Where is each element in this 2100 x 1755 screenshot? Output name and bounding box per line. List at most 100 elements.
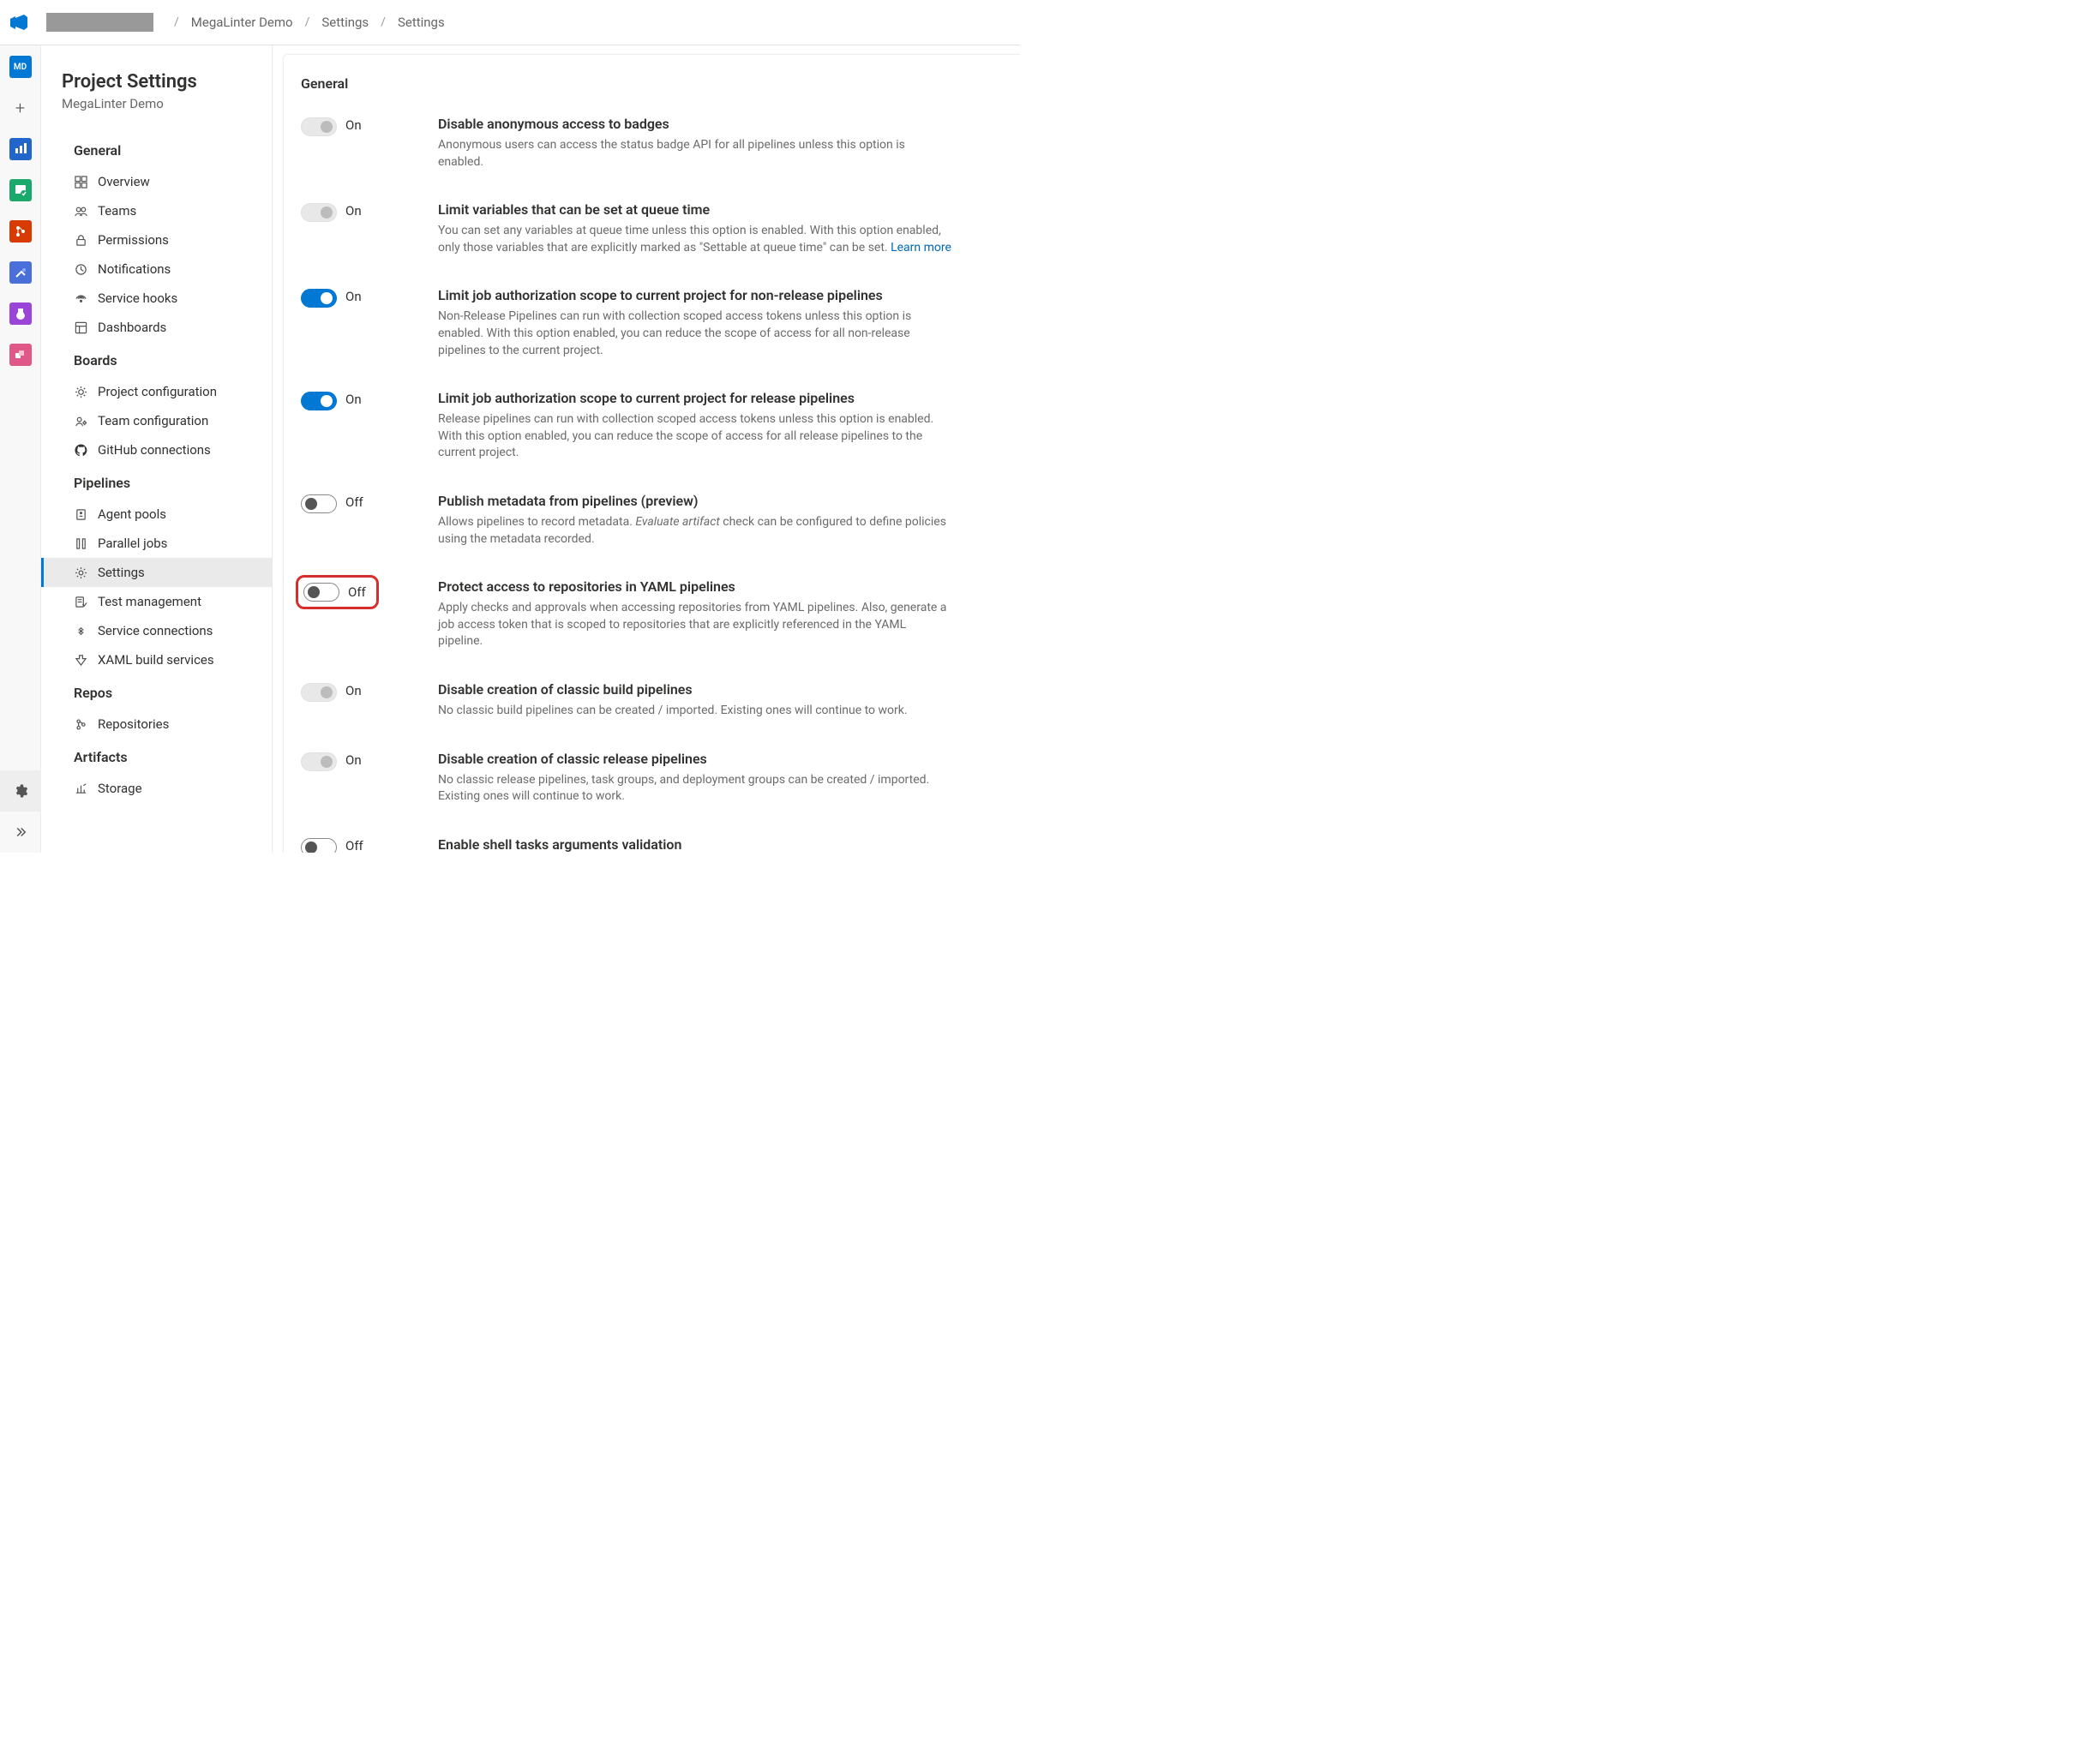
parallel-jobs-icon bbox=[74, 536, 87, 550]
sidebar-section-heading: Pipelines bbox=[41, 464, 272, 500]
sidebar-item-label: Service connections bbox=[98, 623, 213, 638]
service-hooks-icon bbox=[74, 291, 87, 305]
rail-expand-icon[interactable] bbox=[0, 812, 41, 853]
setting-description: No classic release pipelines, task group… bbox=[438, 772, 952, 806]
toggle-state-label: On bbox=[345, 289, 362, 304]
setting-row: Off Enable shell tasks arguments validati… bbox=[301, 836, 994, 853]
rail-project-icon[interactable] bbox=[9, 138, 32, 160]
sidebar-item-label: Repositories bbox=[98, 716, 169, 732]
sidebar-item-label: Team configuration bbox=[98, 413, 208, 428]
sidebar-title: Project Settings bbox=[41, 71, 272, 96]
setting-description: Allows pipelines to record metadata. Eva… bbox=[438, 514, 952, 548]
toggle[interactable] bbox=[303, 583, 339, 602]
agent-pools-icon bbox=[74, 507, 87, 521]
toggle[interactable] bbox=[301, 494, 337, 513]
sidebar-item-permissions[interactable]: Permissions bbox=[41, 225, 272, 255]
breadcrumb-page[interactable]: Settings bbox=[398, 15, 445, 30]
sidebar-section-heading: Repos bbox=[41, 674, 272, 710]
setting-title: Disable anonymous access to badges bbox=[438, 116, 994, 132]
sidebar-item-team-configuration[interactable]: Team configuration bbox=[41, 406, 272, 435]
rail-project-tile[interactable]: MD bbox=[9, 56, 32, 78]
setting-title: Limit job authorization scope to current… bbox=[438, 390, 994, 406]
toggle-state-label: On bbox=[345, 117, 362, 133]
toggle-state-label: On bbox=[345, 392, 362, 407]
main-content[interactable]: General On Disable anonymous access to ba… bbox=[283, 54, 1020, 853]
setting-row: OnLimit variables that can be set at que… bbox=[301, 201, 994, 256]
breadcrumb-project[interactable]: MegaLinter Demo bbox=[191, 15, 293, 30]
sidebar-item-service-hooks[interactable]: Service hooks bbox=[41, 284, 272, 313]
setting-row: On Disable creation of classic release pi… bbox=[301, 751, 994, 806]
project-settings-sidebar: Project Settings MegaLinter Demo General… bbox=[41, 45, 273, 853]
sidebar-item-repositories[interactable]: Repositories bbox=[41, 710, 272, 739]
setting-description: Anonymous users can access the status ba… bbox=[438, 137, 952, 171]
sidebar-item-label: Test management bbox=[98, 594, 201, 609]
azure-devops-logo-icon[interactable] bbox=[9, 12, 29, 33]
setting-title: Enable shell tasks arguments validation bbox=[438, 836, 994, 853]
overview-icon bbox=[74, 175, 87, 189]
setting-title: Publish metadata from pipelines (preview… bbox=[438, 493, 994, 509]
settings-group-heading: General bbox=[301, 75, 994, 92]
toggle[interactable] bbox=[301, 117, 337, 136]
sidebar-item-label: Notifications bbox=[98, 261, 171, 277]
org-name-redacted[interactable] bbox=[46, 13, 153, 32]
xaml-build-services-icon bbox=[74, 653, 87, 667]
sidebar-item-label: XAML build services bbox=[98, 652, 214, 668]
toggle[interactable] bbox=[301, 203, 337, 222]
sidebar-item-dashboards[interactable]: Dashboards bbox=[41, 313, 272, 342]
top-bar: / MegaLinter Demo / Settings / Settings bbox=[0, 0, 1020, 45]
setting-title: Disable creation of classic release pipe… bbox=[438, 751, 994, 767]
setting-description: You can set any variables at queue time … bbox=[438, 223, 952, 256]
sidebar-item-parallel-jobs[interactable]: Parallel jobs bbox=[41, 529, 272, 558]
setting-row: OffProtect access to repositories in YAM… bbox=[301, 578, 994, 650]
setting-title: Limit job authorization scope to current… bbox=[438, 287, 994, 303]
sidebar-item-settings[interactable]: Settings bbox=[41, 558, 272, 587]
toggle[interactable] bbox=[301, 752, 337, 771]
rail-add-icon[interactable]: + bbox=[9, 97, 32, 119]
sidebar-section-heading: General bbox=[41, 132, 272, 167]
setting-description: Apply checks and approvals when accessin… bbox=[438, 600, 952, 650]
sidebar-item-test-management[interactable]: Test management bbox=[41, 587, 272, 616]
breadcrumb-separator: / bbox=[305, 15, 310, 29]
sidebar-scroll[interactable]: Project Settings MegaLinter Demo General… bbox=[41, 45, 272, 853]
setting-title: Limit variables that can be set at queue… bbox=[438, 201, 994, 218]
highlight-callout: Off bbox=[296, 575, 379, 609]
sidebar-item-project-configuration[interactable]: Project configuration bbox=[41, 377, 272, 406]
toggle[interactable] bbox=[301, 838, 337, 853]
toggle[interactable] bbox=[301, 289, 337, 308]
settings-icon bbox=[74, 566, 87, 579]
setting-description: Release pipelines can run with collectio… bbox=[438, 411, 952, 462]
sidebar-item-overview[interactable]: Overview bbox=[41, 167, 272, 196]
toggle-state-label: On bbox=[345, 752, 362, 768]
sidebar-item-label: Parallel jobs bbox=[98, 536, 167, 551]
sidebar-item-label: Settings bbox=[98, 565, 145, 580]
sidebar-item-xaml-build-services[interactable]: XAML build services bbox=[41, 645, 272, 674]
sidebar-item-storage[interactable]: Storage bbox=[41, 774, 272, 803]
rail-project-icon[interactable] bbox=[9, 261, 32, 284]
sidebar-item-label: Storage bbox=[98, 781, 142, 796]
rail-settings-icon[interactable] bbox=[0, 770, 41, 812]
setting-title: Disable creation of classic build pipeli… bbox=[438, 681, 994, 698]
setting-description: Non-Release Pipelines can run with colle… bbox=[438, 308, 952, 359]
rail-project-icon[interactable] bbox=[9, 302, 32, 325]
setting-row: On Disable anonymous access to badges Anon… bbox=[301, 116, 994, 171]
breadcrumb-separator: / bbox=[381, 15, 386, 29]
sidebar-item-notifications[interactable]: Notifications bbox=[41, 255, 272, 284]
setting-row: On Limit job authorization scope to curre… bbox=[301, 390, 994, 462]
permissions-icon bbox=[74, 233, 87, 247]
sidebar-item-teams[interactable]: Teams bbox=[41, 196, 272, 225]
sidebar-item-github-connections[interactable]: GitHub connections bbox=[41, 435, 272, 464]
dashboards-icon bbox=[74, 320, 87, 334]
rail-project-icon[interactable] bbox=[9, 220, 32, 243]
toggle[interactable] bbox=[301, 683, 337, 702]
sidebar-item-agent-pools[interactable]: Agent pools bbox=[41, 500, 272, 529]
sidebar-item-service-connections[interactable]: Service connections bbox=[41, 616, 272, 645]
team-configuration-icon bbox=[74, 414, 87, 428]
rail-project-icon[interactable] bbox=[9, 344, 32, 366]
toggle[interactable] bbox=[301, 392, 337, 410]
sidebar-item-label: Permissions bbox=[98, 232, 169, 248]
toggle-state-label: Off bbox=[345, 838, 363, 853]
breadcrumb-area[interactable]: Settings bbox=[321, 15, 369, 30]
rail-project-icon[interactable] bbox=[9, 179, 32, 201]
learn-more-link[interactable]: Learn more bbox=[891, 241, 951, 255]
service-connections-icon bbox=[74, 624, 87, 638]
